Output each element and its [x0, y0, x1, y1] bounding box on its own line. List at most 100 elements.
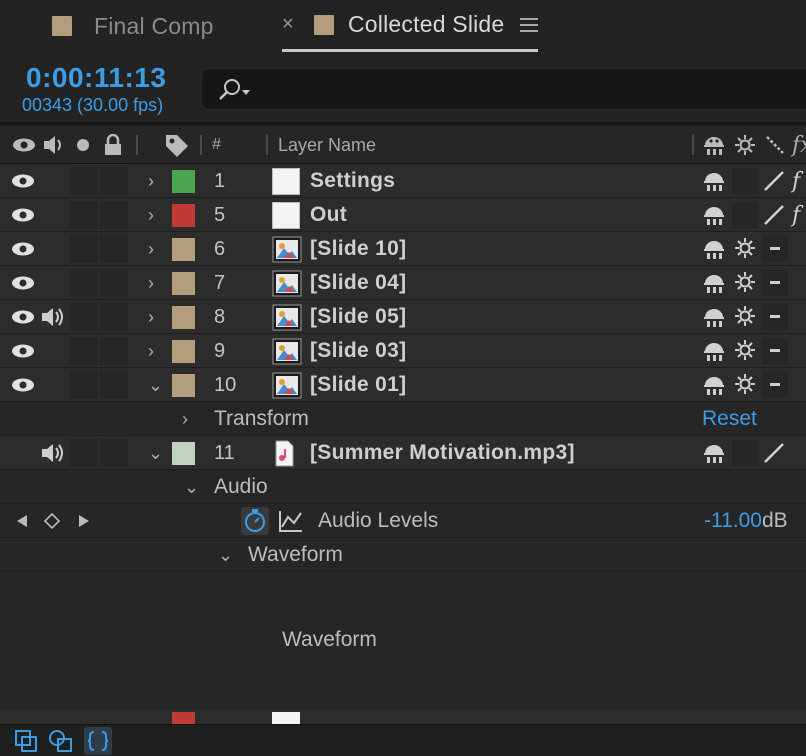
- solo-toggle[interactable]: [70, 303, 98, 331]
- layer-label-color[interactable]: [172, 272, 195, 295]
- chevron-right-icon[interactable]: ›: [148, 300, 154, 334]
- shy-switch-icon[interactable]: [702, 126, 726, 164]
- chevron-right-icon[interactable]: ›: [148, 334, 154, 368]
- layer-row[interactable]: › 7 [Slide 04]: [0, 266, 806, 300]
- effects-switch-icon[interactable]: fx: [792, 126, 806, 164]
- chevron-right-icon[interactable]: ›: [182, 402, 188, 436]
- chevron-down-icon[interactable]: ⌄: [184, 470, 199, 504]
- chevron-down-icon[interactable]: ⌄: [148, 368, 163, 402]
- layer-row[interactable]: › 8 [Slide 05]: [0, 300, 806, 334]
- shy-switch-icon[interactable]: [702, 237, 726, 261]
- shy-switch-icon[interactable]: [702, 203, 726, 227]
- label-column-icon[interactable]: [164, 126, 190, 164]
- layer-row[interactable]: ⌄ 10 [Slide 01]: [0, 368, 806, 402]
- shy-switch-icon[interactable]: [702, 441, 726, 465]
- layer-label-color[interactable]: [172, 170, 195, 193]
- solo-toggle[interactable]: [70, 235, 98, 263]
- quality-switch[interactable]: [762, 236, 788, 262]
- layer-name[interactable]: Out: [310, 198, 347, 232]
- chevron-down-icon[interactable]: ⌄: [148, 436, 163, 470]
- audio-toggle-icon[interactable]: [40, 300, 66, 334]
- solo-toggle[interactable]: [70, 201, 98, 229]
- collapse-transform-icon[interactable]: [734, 271, 758, 295]
- solo-toggle[interactable]: [70, 167, 98, 195]
- layer-name[interactable]: [Summer Motivation.mp3]: [310, 436, 575, 470]
- layer-label-color[interactable]: [172, 442, 195, 465]
- search-input[interactable]: [201, 68, 806, 110]
- layer-name-column-header[interactable]: Layer Name: [278, 126, 376, 164]
- layer-row[interactable]: › 1 Settings f: [0, 164, 806, 198]
- render-time-toggle-icon[interactable]: [84, 727, 112, 755]
- eye-icon[interactable]: [10, 334, 36, 368]
- audio-column-icon[interactable]: [42, 126, 66, 164]
- reset-link[interactable]: Reset: [702, 402, 757, 436]
- layer-name[interactable]: [Slide 05]: [310, 300, 406, 334]
- quality-switch-icon[interactable]: [762, 169, 786, 193]
- layer-label-color[interactable]: [172, 712, 195, 724]
- quality-switch[interactable]: [762, 372, 788, 398]
- solo-column-icon[interactable]: [76, 126, 90, 164]
- lock-toggle[interactable]: [100, 439, 128, 467]
- collapse-transform-icon[interactable]: [734, 339, 758, 363]
- lock-toggle[interactable]: [100, 371, 128, 399]
- lock-toggle[interactable]: [100, 303, 128, 331]
- quality-switch[interactable]: [762, 270, 788, 296]
- chevron-right-icon[interactable]: ›: [148, 266, 154, 300]
- solo-toggle[interactable]: [70, 269, 98, 297]
- layer-row[interactable]: › 6 [Slide 10]: [0, 232, 806, 266]
- eye-icon[interactable]: [10, 198, 36, 232]
- eye-icon[interactable]: [10, 164, 36, 198]
- next-keyframe-icon[interactable]: [78, 504, 90, 538]
- collapse-transform-icon[interactable]: [734, 373, 758, 397]
- prev-keyframe-icon[interactable]: [16, 504, 28, 538]
- layer-name[interactable]: [Slide 03]: [310, 334, 406, 368]
- transform-label[interactable]: Transform: [214, 402, 309, 436]
- layer-row-partial[interactable]: [0, 710, 806, 724]
- shy-switch-icon[interactable]: [702, 373, 726, 397]
- layer-name[interactable]: Settings: [310, 164, 395, 198]
- solo-toggle[interactable]: [70, 371, 98, 399]
- shy-switch-icon[interactable]: [702, 169, 726, 193]
- layer-name[interactable]: [Slide 01]: [310, 368, 406, 402]
- add-keyframe-icon[interactable]: [44, 504, 60, 538]
- quality-switch-icon[interactable]: [762, 203, 786, 227]
- eye-icon[interactable]: [10, 368, 36, 402]
- lock-toggle[interactable]: [100, 269, 128, 297]
- shy-switch-icon[interactable]: [702, 271, 726, 295]
- shy-switch-icon[interactable]: [702, 305, 726, 329]
- shy-switch-icon[interactable]: [702, 339, 726, 363]
- layer-row[interactable]: ⌄ 11 [Summer Motivation.mp3]: [0, 436, 806, 470]
- quality-switch[interactable]: [762, 338, 788, 364]
- audio-toggle-icon[interactable]: [40, 436, 66, 470]
- layer-name[interactable]: [Slide 10]: [310, 232, 406, 266]
- close-icon[interactable]: ×: [282, 13, 300, 36]
- collapse-transform-icon[interactable]: [734, 237, 758, 261]
- eye-icon[interactable]: [10, 266, 36, 300]
- current-time-display[interactable]: 0:00:11:13: [26, 62, 166, 94]
- chevron-down-icon[interactable]: ⌄: [218, 538, 233, 572]
- layer-label-color[interactable]: [172, 238, 195, 261]
- effects-switch-icon[interactable]: f: [792, 164, 800, 198]
- waveform-group-label[interactable]: Waveform: [248, 538, 343, 572]
- lock-toggle[interactable]: [100, 201, 128, 229]
- graph-editor-icon[interactable]: [278, 504, 304, 538]
- modes-toggle-icon[interactable]: [48, 729, 74, 756]
- layer-switches-toggle-icon[interactable]: [14, 729, 38, 756]
- quality-switch-icon[interactable]: [764, 126, 786, 164]
- layer-row[interactable]: › 9 [Slide 03]: [0, 334, 806, 368]
- solo-toggle[interactable]: [70, 337, 98, 365]
- layer-name[interactable]: [Slide 04]: [310, 266, 406, 300]
- tab-final-comp[interactable]: Final Comp: [52, 0, 214, 52]
- layer-label-color[interactable]: [172, 306, 195, 329]
- effects-switch-icon[interactable]: f: [792, 198, 800, 232]
- eye-icon[interactable]: [10, 300, 36, 334]
- audio-group-label[interactable]: Audio: [214, 470, 268, 504]
- audio-levels-value[interactable]: -11.00 dB: [704, 504, 788, 538]
- panel-menu-icon[interactable]: [520, 18, 538, 32]
- quality-switch[interactable]: [762, 304, 788, 330]
- collapse-transform-icon[interactable]: [734, 305, 758, 329]
- layer-label-color[interactable]: [172, 374, 195, 397]
- chevron-right-icon[interactable]: ›: [148, 164, 154, 198]
- solo-toggle[interactable]: [70, 439, 98, 467]
- layer-label-color[interactable]: [172, 204, 195, 227]
